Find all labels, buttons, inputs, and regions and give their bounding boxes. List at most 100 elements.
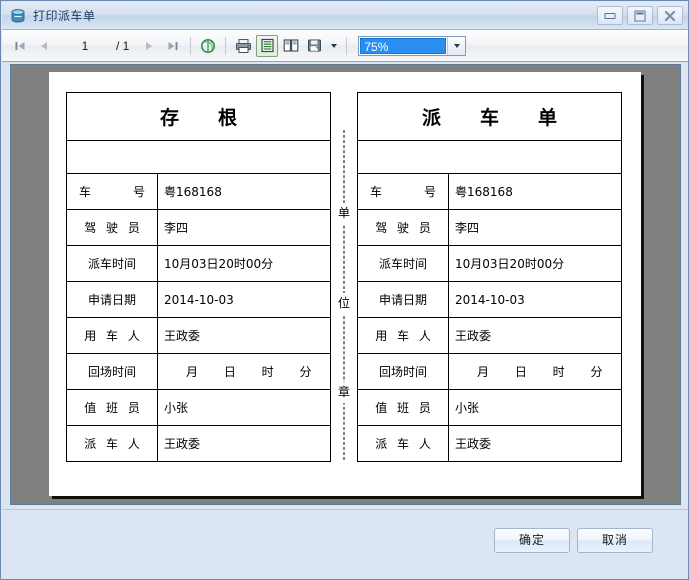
next-page-button[interactable]: [138, 35, 160, 57]
print-preview-window: 打印派车单 1 / 1 75% 存 根 车 号 粤168168 驾 驶 员 李四…: [0, 0, 689, 580]
export-dropdown-button[interactable]: [328, 35, 340, 57]
page-total-label: / 1: [116, 38, 130, 53]
page-number-input[interactable]: [59, 36, 111, 55]
refresh-icon: [200, 38, 216, 54]
two-page-view-button[interactable]: [280, 35, 302, 57]
table-row: 回场时间 月 日 时 分: [358, 353, 621, 390]
last-page-icon: [166, 39, 180, 53]
row-label: 值 班 员: [358, 389, 450, 426]
export-button[interactable]: [304, 35, 326, 57]
preview-area[interactable]: 存 根 车 号 粤168168 驾 驶 员 李四 派车时间 10月03日20时0…: [10, 64, 681, 505]
dialog-footer: 确定 取消: [2, 507, 688, 579]
zoom-input[interactable]: 75%: [360, 37, 447, 54]
next-page-icon: [142, 39, 156, 53]
form-blank-band: [67, 141, 330, 174]
row-value: 李四: [448, 209, 621, 246]
table-row: 值 班 员 小张: [67, 389, 330, 426]
row-label: 申请日期: [67, 281, 159, 318]
print-button[interactable]: [232, 35, 254, 57]
row-label: 派 车 人: [358, 425, 450, 461]
row-value: 王政委: [157, 317, 330, 354]
maximize-button[interactable]: [627, 6, 653, 25]
row-label: 派车时间: [358, 245, 450, 282]
close-icon: [664, 10, 676, 21]
table-row: 派车时间 10月03日20时00分: [358, 245, 621, 282]
table-row: 申请日期 2014-10-03: [358, 281, 621, 318]
footer-divider: [2, 509, 688, 510]
row-value: 王政委: [448, 425, 621, 461]
two-page-view-icon: [283, 38, 299, 53]
row-label: 申请日期: [358, 281, 450, 318]
toolbar-separator-2: [225, 36, 227, 55]
minimize-button[interactable]: [597, 6, 623, 25]
minimize-icon: [604, 12, 616, 19]
seal-char: 章: [336, 382, 351, 403]
page-sheet: 存 根 车 号 粤168168 驾 驶 员 李四 派车时间 10月03日20时0…: [49, 72, 641, 496]
row-label: 用 车 人: [358, 317, 450, 354]
row-value: 月 日 时 分: [448, 353, 621, 390]
ok-button[interactable]: 确定: [494, 528, 570, 553]
seal-char: 单: [336, 203, 351, 224]
row-value: 月 日 时 分: [157, 353, 330, 390]
preview-toolbar: / 1: [2, 30, 688, 62]
cancel-button[interactable]: 取消: [577, 528, 653, 553]
toolbar-separator-1: [190, 36, 192, 55]
table-row: 用 车 人 王政委: [358, 317, 621, 354]
seal-char: 位: [336, 292, 351, 314]
table-row: 回场时间 月 日 时 分: [67, 353, 330, 390]
table-row: 派 车 人 王政委: [67, 425, 330, 461]
table-row: 车 号 粤168168: [358, 174, 621, 210]
row-value: 2014-10-03: [157, 281, 330, 318]
export-save-icon: [307, 38, 323, 53]
single-page-view-button[interactable]: [256, 34, 279, 57]
row-value: 小张: [448, 389, 621, 426]
chevron-down-icon: [331, 43, 338, 48]
row-value: 粤168168: [455, 185, 513, 199]
previous-page-button[interactable]: [33, 35, 55, 57]
unit-seal-label: 单 位 章: [336, 203, 351, 403]
chevron-down-icon: [453, 43, 460, 48]
row-label: 值 班 员: [67, 389, 159, 426]
maximize-icon: [634, 10, 646, 21]
last-page-button[interactable]: [162, 35, 184, 57]
toolbar-separator-3: [346, 36, 348, 55]
window-title: 打印派车单: [33, 9, 96, 23]
form-title: 存 根: [67, 93, 330, 141]
row-value: 10月03日20时00分: [157, 245, 330, 282]
row-label: 驾 驶 员: [358, 209, 450, 246]
first-page-button[interactable]: [9, 35, 31, 57]
previous-page-icon: [37, 39, 51, 53]
row-label: 回场时间: [358, 353, 450, 390]
first-page-icon: [13, 39, 27, 53]
row-label: 派车时间: [67, 245, 159, 282]
title-bar: 打印派车单: [2, 2, 688, 30]
form-table: 车 号 粤168168 驾 驶 员 李四 派车时间 10月03日20时00分 申…: [358, 174, 621, 461]
form-blank-band: [358, 141, 621, 174]
table-row: 用 车 人 王政委: [67, 317, 330, 354]
forms-container: 存 根 车 号 粤168168 驾 驶 员 李四 派车时间 10月03日20时0…: [49, 72, 641, 496]
table-row: 驾 驶 员 李四: [358, 209, 621, 246]
table-row: 派 车 人 王政委: [358, 425, 621, 461]
zoom-combo[interactable]: 75%: [358, 35, 467, 56]
zoom-dropdown-button[interactable]: [447, 36, 466, 55]
table-row: 申请日期 2014-10-03: [67, 281, 330, 318]
window-controls: [597, 6, 683, 25]
row-value: 粤168168: [164, 185, 222, 199]
row-value: 2014-10-03: [448, 281, 621, 318]
table-row: 车 号 粤168168: [67, 174, 330, 210]
row-label: 车 号: [67, 174, 159, 210]
table-row: 驾 驶 员 李四: [67, 209, 330, 246]
row-value: 小张: [157, 389, 330, 426]
row-label: 车 号: [358, 174, 450, 210]
row-label: 用 车 人: [67, 317, 159, 354]
print-icon: [235, 38, 252, 54]
row-value: 王政委: [157, 425, 330, 461]
form-dispatch: 派 车 单 车 号 粤168168 驾 驶 员 李四 派车时间 10月03日20…: [357, 92, 622, 462]
refresh-button[interactable]: [197, 35, 219, 57]
form-title: 派 车 单: [358, 93, 621, 141]
row-value: 10月03日20时00分: [448, 245, 621, 282]
close-button[interactable]: [657, 6, 683, 25]
table-row: 派车时间 10月03日20时00分: [67, 245, 330, 282]
form-stub: 存 根 车 号 粤168168 驾 驶 员 李四 派车时间 10月03日20时0…: [66, 92, 331, 462]
table-row: 值 班 员 小张: [358, 389, 621, 426]
